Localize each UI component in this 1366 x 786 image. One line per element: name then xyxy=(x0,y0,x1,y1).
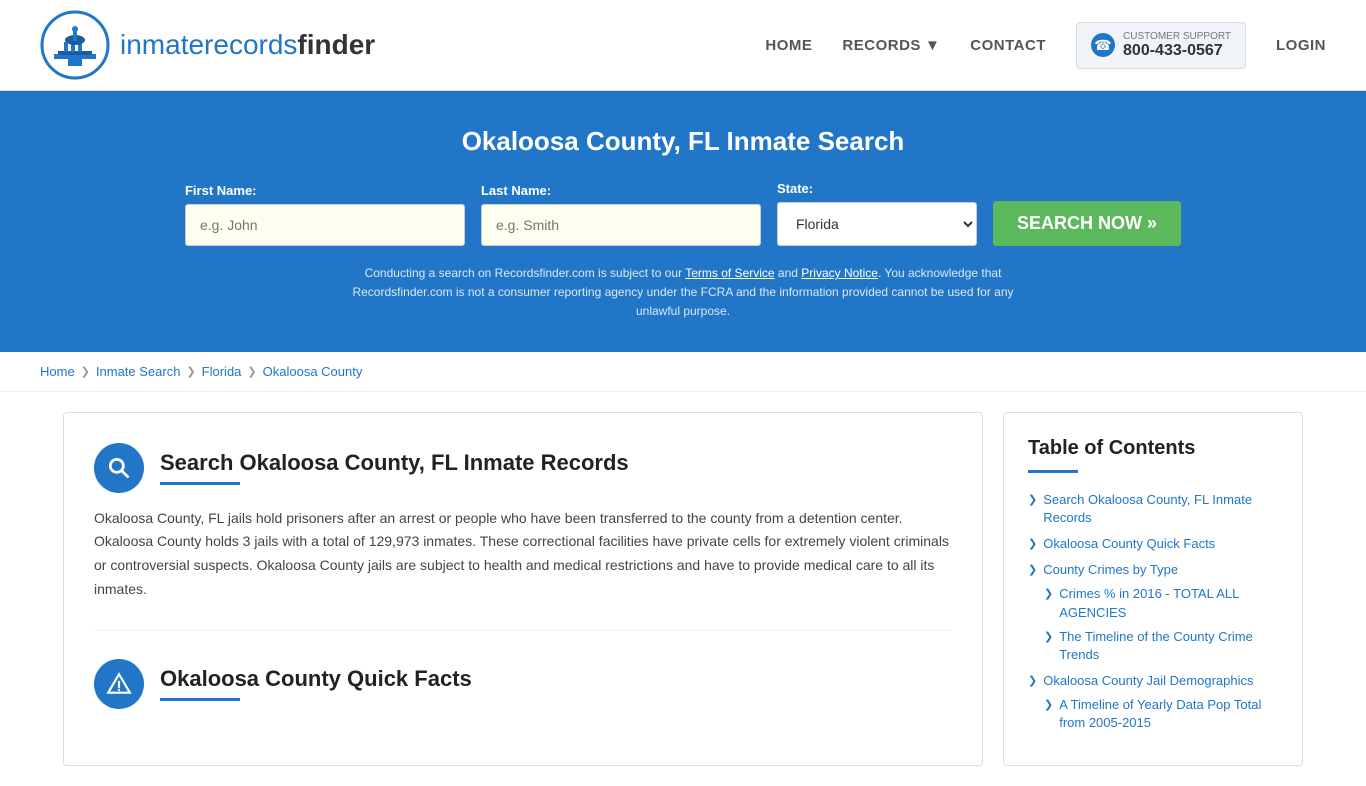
breadcrumb-sep-2: ❯ xyxy=(186,365,195,378)
toc-sub-item-2: ❯ The Timeline of the County Crime Trend… xyxy=(1044,628,1278,664)
section-underline-2 xyxy=(160,698,240,701)
toc-link-2[interactable]: ❯ Okaloosa County Quick Facts xyxy=(1028,535,1278,553)
toc-sub-item-3: ❯ A Timeline of Yearly Data Pop Total fr… xyxy=(1044,696,1278,732)
toc-item-1: ❯ Search Okaloosa County, FL Inmate Reco… xyxy=(1028,491,1278,527)
hero-title: Okaloosa County, FL Inmate Search xyxy=(40,126,1326,157)
magnifier-icon xyxy=(106,455,132,481)
toc-sub-link-2[interactable]: ❯ The Timeline of the County Crime Trend… xyxy=(1044,628,1278,664)
nav-login[interactable]: LOGIN xyxy=(1276,37,1326,54)
toc-item-2: ❯ Okaloosa County Quick Facts xyxy=(1028,535,1278,553)
toc-list: ❯ Search Okaloosa County, FL Inmate Reco… xyxy=(1028,491,1278,733)
toc-sub-link-3[interactable]: ❯ A Timeline of Yearly Data Pop Total fr… xyxy=(1044,696,1278,732)
triangle-icon xyxy=(106,671,132,697)
main-nav: HOME RECORDS ▼ CONTACT ☎ CUSTOMER SUPPOR… xyxy=(765,22,1326,69)
chevron-right-sub-icon-1: ❯ xyxy=(1044,587,1053,602)
terms-link[interactable]: Terms of Service xyxy=(685,266,774,280)
last-name-input[interactable] xyxy=(481,204,761,246)
section-header-2: Okaloosa County Quick Facts xyxy=(94,659,952,709)
nav-contact[interactable]: CONTACT xyxy=(970,37,1046,54)
search-circle-icon xyxy=(94,443,144,493)
last-name-group: Last Name: xyxy=(481,183,761,246)
section-title-1-wrapper: Search Okaloosa County, FL Inmate Record… xyxy=(160,450,629,485)
toc-underline xyxy=(1028,470,1078,473)
state-group: State: Florida Alabama Georgia xyxy=(777,181,977,246)
section-body-1: Okaloosa County, FL jails hold prisoners… xyxy=(94,507,952,602)
toc-link-3[interactable]: ❯ County Crimes by Type xyxy=(1028,561,1278,579)
chevron-right-icon-2: ❯ xyxy=(1028,537,1037,552)
first-name-label: First Name: xyxy=(185,183,257,198)
section-header-1: Search Okaloosa County, FL Inmate Record… xyxy=(94,443,952,493)
chevron-right-sub-icon-2: ❯ xyxy=(1044,630,1053,645)
hero-section: Okaloosa County, FL Inmate Search First … xyxy=(0,91,1366,352)
section-divider xyxy=(94,630,952,631)
disclaimer-text: Conducting a search on Recordsfinder.com… xyxy=(333,264,1033,322)
breadcrumb-home[interactable]: Home xyxy=(40,364,75,379)
table-of-contents: Table of Contents ❯ Search Okaloosa Coun… xyxy=(1003,412,1303,766)
toc-link-4[interactable]: ❯ Okaloosa County Jail Demographics xyxy=(1028,672,1278,690)
main-content: Search Okaloosa County, FL Inmate Record… xyxy=(43,412,1323,766)
toc-sub-list: ❯ Crimes % in 2016 - TOTAL ALL AGENCIES … xyxy=(1028,585,1278,664)
toc-item-4: ❯ Okaloosa County Jail Demographics ❯ A … xyxy=(1028,672,1278,733)
breadcrumb-county[interactable]: Okaloosa County xyxy=(263,364,363,379)
breadcrumb-sep-3: ❯ xyxy=(247,365,256,378)
toc-link-1[interactable]: ❯ Search Okaloosa County, FL Inmate Reco… xyxy=(1028,491,1278,527)
toc-sub-list-2: ❯ A Timeline of Yearly Data Pop Total fr… xyxy=(1028,696,1278,732)
last-name-label: Last Name: xyxy=(481,183,551,198)
first-name-group: First Name: xyxy=(185,183,465,246)
logo[interactable]: inmaterecordsfinder xyxy=(40,10,375,80)
logo-icon xyxy=(40,10,110,80)
chevron-down-icon: ▼ xyxy=(925,37,940,54)
support-info: CUSTOMER SUPPORT 800-433-0567 xyxy=(1123,31,1231,60)
phone-icon: ☎ xyxy=(1091,33,1115,57)
content-left: Search Okaloosa County, FL Inmate Record… xyxy=(63,412,983,766)
logo-text: inmaterecordsfinder xyxy=(120,29,375,61)
chevron-right-icon-3: ❯ xyxy=(1028,563,1037,578)
breadcrumb-florida[interactable]: Florida xyxy=(202,364,242,379)
chevron-right-icon-1: ❯ xyxy=(1028,493,1037,508)
section-title-2: Okaloosa County Quick Facts xyxy=(160,666,472,692)
section-inmate-records: Search Okaloosa County, FL Inmate Record… xyxy=(94,443,952,602)
breadcrumb-inmate-search[interactable]: Inmate Search xyxy=(96,364,181,379)
search-button[interactable]: SEARCH NOW » xyxy=(993,201,1181,246)
chevron-right-sub-icon-3: ❯ xyxy=(1044,698,1053,713)
nav-records[interactable]: RECORDS ▼ xyxy=(842,37,940,54)
privacy-link[interactable]: Privacy Notice xyxy=(801,266,878,280)
toc-title: Table of Contents xyxy=(1028,437,1278,460)
state-label: State: xyxy=(777,181,813,196)
chevron-right-icon-4: ❯ xyxy=(1028,674,1037,689)
breadcrumb-sep-1: ❯ xyxy=(81,365,90,378)
toc-sub-item-1: ❯ Crimes % in 2016 - TOTAL ALL AGENCIES xyxy=(1044,585,1278,621)
search-form: First Name: Last Name: State: Florida Al… xyxy=(40,181,1326,246)
site-header: inmaterecordsfinder HOME RECORDS ▼ CONTA… xyxy=(0,0,1366,91)
breadcrumb: Home ❯ Inmate Search ❯ Florida ❯ Okaloos… xyxy=(0,352,1366,392)
toc-item-3: ❯ County Crimes by Type ❯ Crimes % in 20… xyxy=(1028,561,1278,664)
state-select[interactable]: Florida Alabama Georgia xyxy=(777,202,977,246)
section-title-2-wrapper: Okaloosa County Quick Facts xyxy=(160,666,472,701)
customer-support[interactable]: ☎ CUSTOMER SUPPORT 800-433-0567 xyxy=(1076,22,1246,69)
section-title-1: Search Okaloosa County, FL Inmate Record… xyxy=(160,450,629,476)
first-name-input[interactable] xyxy=(185,204,465,246)
section-underline-1 xyxy=(160,482,240,485)
section-quick-facts: Okaloosa County Quick Facts xyxy=(94,659,952,709)
info-circle-icon xyxy=(94,659,144,709)
nav-home[interactable]: HOME xyxy=(765,37,812,54)
toc-sub-link-1[interactable]: ❯ Crimes % in 2016 - TOTAL ALL AGENCIES xyxy=(1044,585,1278,621)
